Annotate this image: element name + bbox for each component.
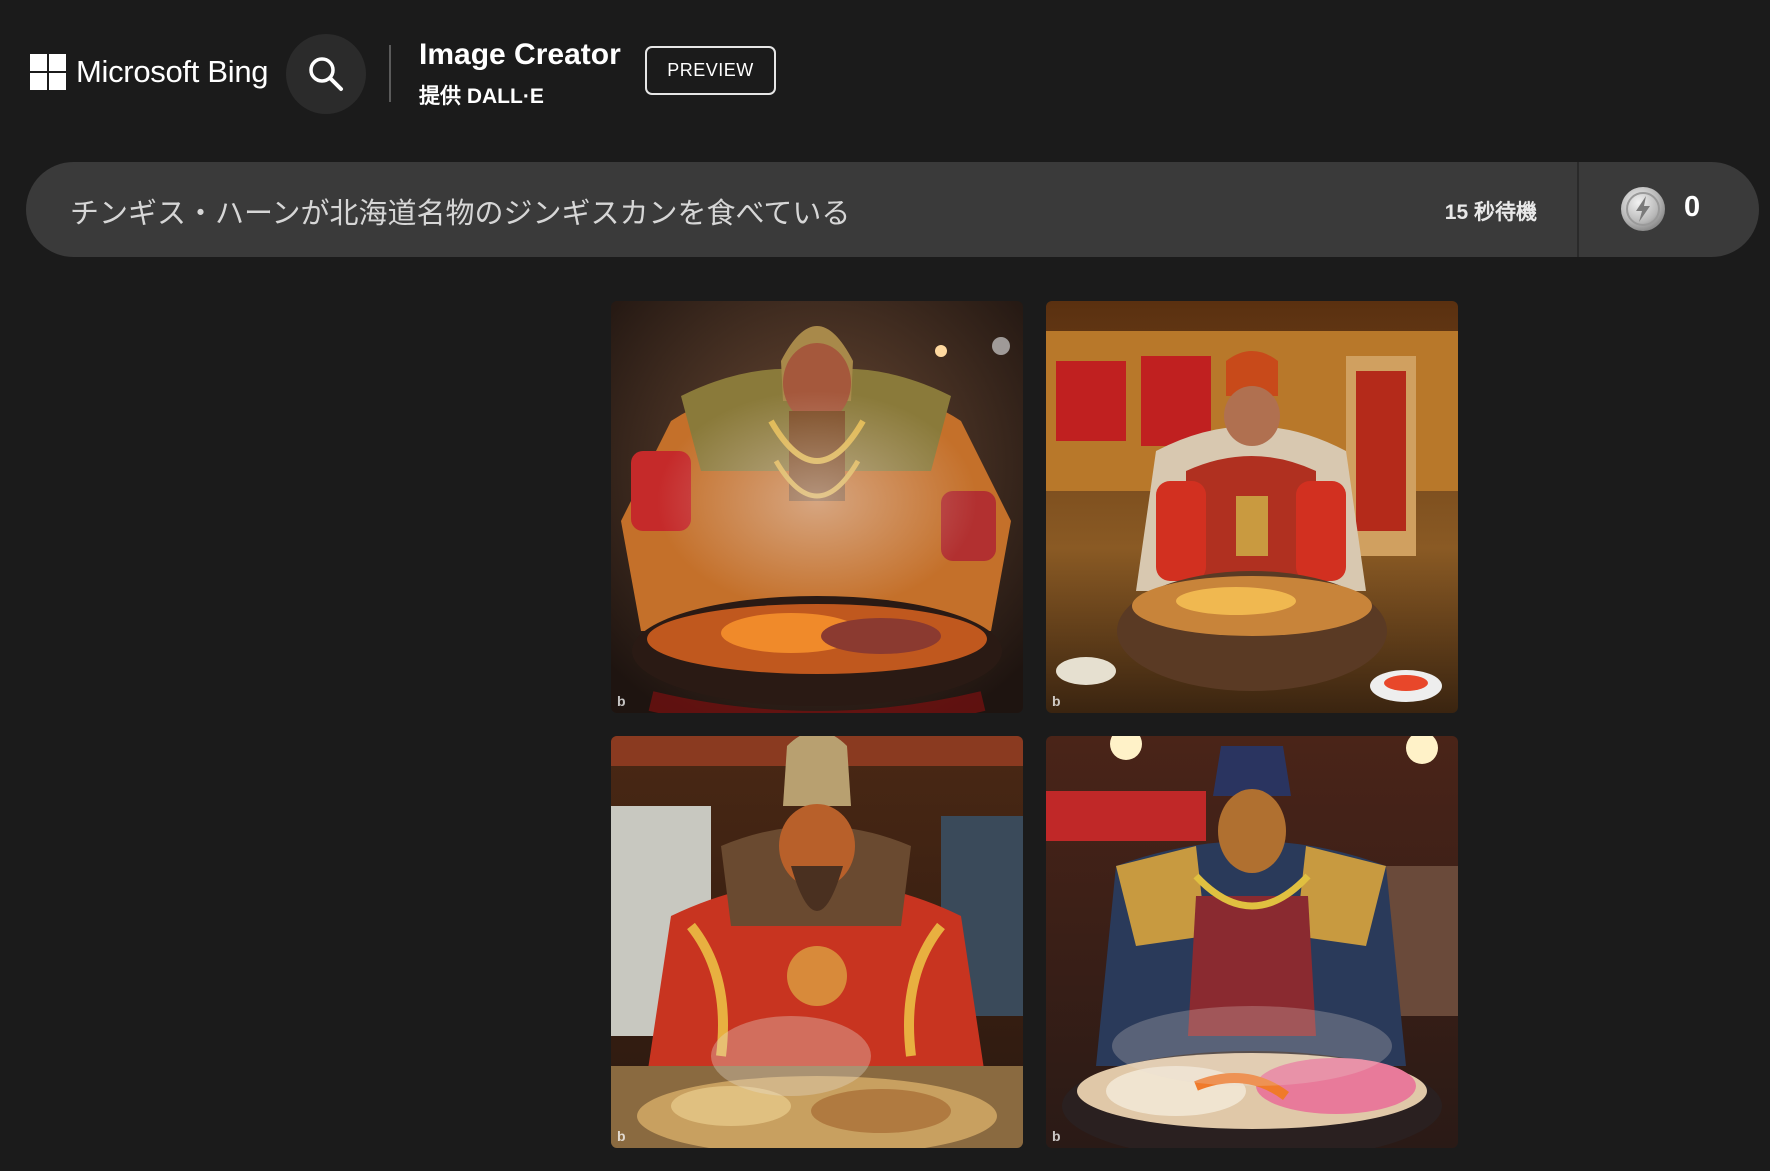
prompt-bar[interactable]: チンギス・ハーンが北海道名物のジンギスカンを食べている 15 秒待機 0 xyxy=(26,162,1759,257)
bing-watermark: b xyxy=(617,1128,626,1144)
product-title[interactable]: Image Creator xyxy=(419,38,621,72)
boost-count: 0 xyxy=(1684,191,1701,223)
wait-status: 15 秒待機 xyxy=(1444,201,1537,224)
result-image-3-art xyxy=(611,736,1023,1148)
result-image-2[interactable]: b xyxy=(1046,301,1458,713)
result-image-2-art xyxy=(1046,301,1458,713)
prompt-bar-divider xyxy=(1577,162,1579,257)
product-subtitle: 提供 DALL·E xyxy=(419,85,544,108)
search-button[interactable] xyxy=(286,34,366,114)
bing-watermark: b xyxy=(1052,1128,1061,1144)
boost-coin-icon[interactable] xyxy=(1619,185,1667,233)
bing-watermark: b xyxy=(617,693,626,709)
prompt-input[interactable]: チンギス・ハーンが北海道名物のジンギスカンを食べている xyxy=(70,190,850,232)
microsoft-bing-logo[interactable]: Microsoft Bing xyxy=(30,54,269,90)
header: Microsoft Bing Image Creator 提供 DALL·E P… xyxy=(0,0,1770,150)
result-image-1-art xyxy=(611,301,1023,713)
bing-watermark: b xyxy=(1052,693,1061,709)
result-image-3[interactable]: b xyxy=(611,736,1023,1148)
result-image-4-art xyxy=(1046,736,1458,1148)
search-icon xyxy=(309,57,343,91)
brand-name: Microsoft Bing xyxy=(76,54,269,89)
result-image-1[interactable]: b xyxy=(611,301,1023,713)
result-image-4[interactable]: b xyxy=(1046,736,1458,1148)
microsoft-logo-icon xyxy=(30,54,66,90)
header-divider xyxy=(389,45,391,102)
preview-badge: PREVIEW xyxy=(645,46,776,95)
